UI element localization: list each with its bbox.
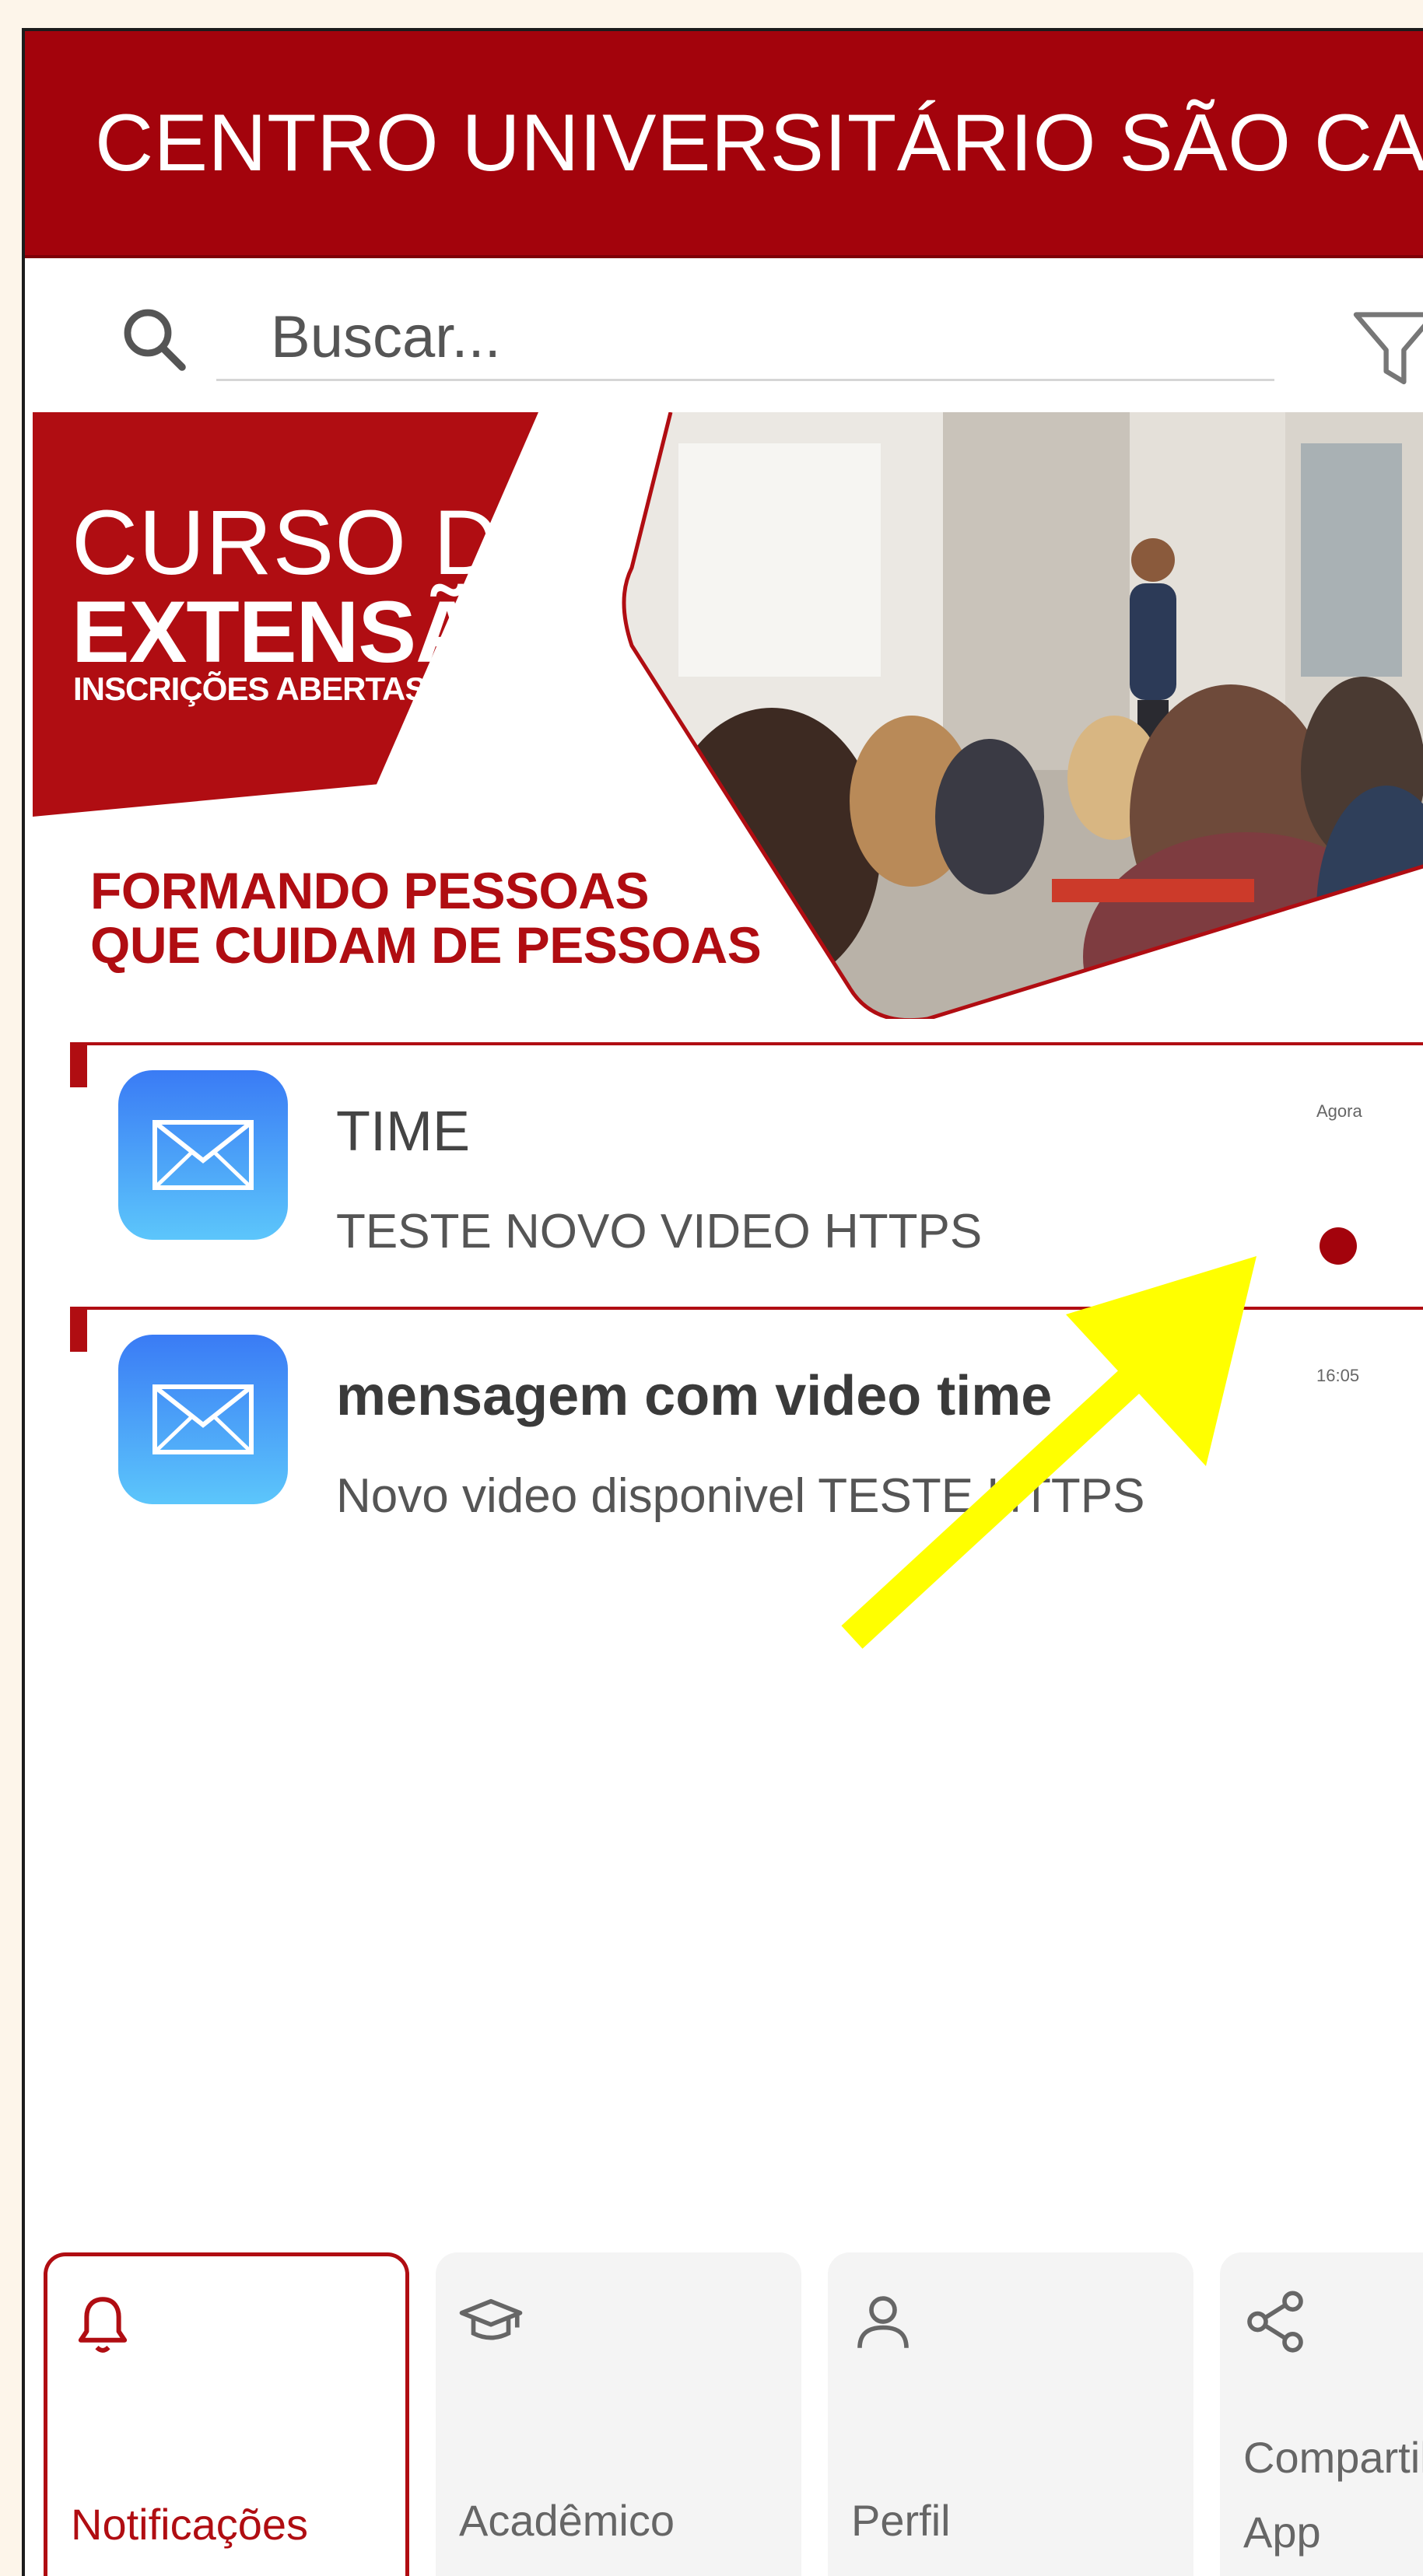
tab-label: Compartilhar App — [1243, 2433, 1423, 2557]
banner-headline: CURSO DE — [72, 492, 563, 594]
notification-title: TIME — [336, 1101, 470, 1163]
tab-label: Perfil — [851, 2496, 951, 2545]
tab-perfil[interactable]: Perfil — [828, 2252, 1193, 2576]
bottom-nav: Notificações Acadêmico Perfil Comparti A… — [25, 2252, 1423, 2576]
notification-item[interactable]: TIME TESTE NOVO VIDEO HTTPS Agora — [25, 1042, 1423, 1307]
notification-marker — [70, 1042, 87, 1087]
tab-academico[interactable]: Acadêmico — [436, 2252, 801, 2576]
bell-icon — [78, 2297, 128, 2353]
mail-icon — [118, 1335, 288, 1504]
banner-headline-bold: EXTENSÃO — [72, 583, 545, 681]
app-header: CENTRO UNIVERSITÁRIO SÃO CA... — [25, 31, 1423, 258]
notification-item[interactable]: mensagem com video time Novo video dispo… — [25, 1307, 1423, 1571]
mail-icon — [118, 1070, 288, 1240]
notification-time: 16:05 — [1316, 1366, 1360, 1385]
unread-dot-icon — [1320, 1227, 1357, 1265]
banner-subheadline: INSCRIÇÕES ABERTAS — [73, 670, 426, 707]
app-screen: CENTRO UNIVERSITÁRIO SÃO CA... CURSO DE … — [22, 28, 1423, 2576]
app-title: CENTRO UNIVERSITÁRIO SÃO CA... — [95, 97, 1423, 188]
search-input[interactable] — [216, 296, 1274, 381]
tab-compartilhar-app[interactable]: Compartilhar App — [1220, 2252, 1423, 2576]
notification-body: TESTE NOVO VIDEO HTTPS — [336, 1205, 983, 1258]
notification-divider — [70, 1307, 1423, 1310]
notification-marker — [70, 1307, 87, 1352]
search-icon[interactable] — [117, 302, 191, 376]
share-icon — [1247, 2291, 1303, 2353]
user-icon — [857, 2296, 909, 2348]
notification-time: Agora — [1316, 1101, 1362, 1121]
tab-notificacoes[interactable]: Notificações — [44, 2252, 409, 2576]
notification-list: TIME TESTE NOVO VIDEO HTTPS Agora mensag… — [25, 1042, 1423, 1571]
notification-body: Novo video disponivel TESTE HTTPS — [336, 1469, 1145, 1523]
banner-classroom-photo — [622, 412, 1423, 1019]
filter-icon[interactable] — [1352, 311, 1423, 389]
promo-banner[interactable]: CURSO DE EXTENSÃO INSCRIÇÕES ABERTAS FOR… — [25, 412, 1423, 1019]
tab-label: Acadêmico — [459, 2496, 675, 2545]
notification-divider — [70, 1042, 1423, 1045]
graduation-cap-icon — [459, 2298, 523, 2340]
search-bar — [25, 264, 1423, 420]
notification-title: mensagem com video time — [336, 1365, 1053, 1427]
tab-label: Notificações — [71, 2500, 309, 2549]
